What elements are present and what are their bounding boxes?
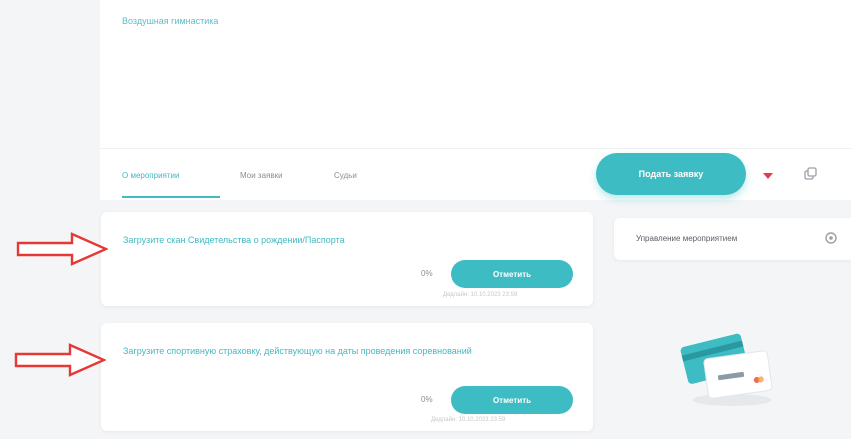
manage-event-label: Управление мероприятием <box>636 234 738 243</box>
copy-icon[interactable] <box>802 166 818 182</box>
event-header: Воздушная гимнастика <box>100 0 851 148</box>
tab-judges[interactable]: Судьи <box>334 171 357 180</box>
gear-icon[interactable] <box>824 231 838 245</box>
red-arrow-icon <box>16 232 108 266</box>
mark-button[interactable]: Отметить <box>451 260 573 288</box>
document-deadline: Дедлайн: 10.10.2023 23:59 <box>431 417 506 423</box>
active-tab-indicator <box>122 196 220 198</box>
document-deadline: Дедлайн: 10.10.2023 23:59 <box>443 292 518 298</box>
document-text: Загрузите спортивную страховку, действую… <box>123 346 472 356</box>
manage-event-link[interactable]: Управление мероприятием <box>614 218 851 260</box>
document-progress: 0% <box>421 395 433 404</box>
apply-button[interactable]: Подать заявку <box>596 153 746 195</box>
tabs-bar: О мероприятии Мои заявки Судьи Подать за… <box>100 148 851 200</box>
tab-my-applications[interactable]: Мои заявки <box>240 171 283 180</box>
red-arrow-icon <box>14 343 106 377</box>
document-card: Загрузите скан Свидетельства о рождении/… <box>101 212 593 306</box>
heart-icon[interactable] <box>760 167 776 183</box>
document-text: Загрузите скан Свидетельства о рождении/… <box>123 235 345 245</box>
mark-button[interactable]: Отметить <box>451 386 573 414</box>
document-progress: 0% <box>421 269 433 278</box>
event-title: Воздушная гимнастика <box>122 16 219 26</box>
tab-about[interactable]: О мероприятии <box>122 171 179 180</box>
document-card: Загрузите спортивную страховку, действую… <box>101 323 593 431</box>
credit-card-icon <box>680 333 773 406</box>
